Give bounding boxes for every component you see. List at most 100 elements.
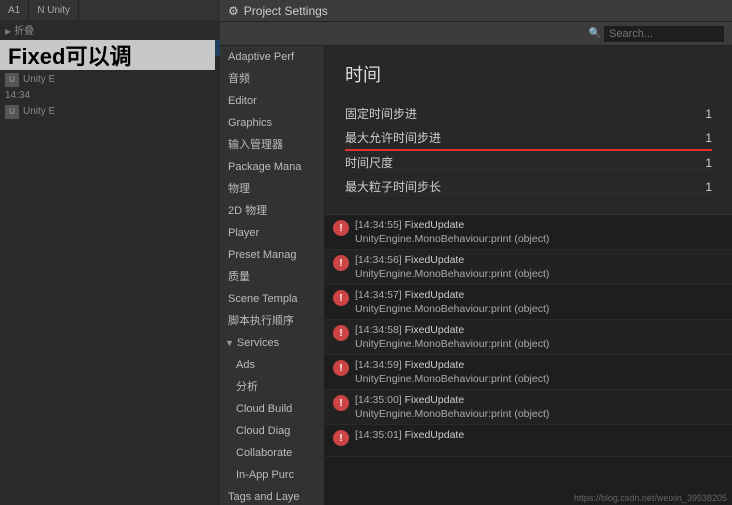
value-fixed-step: 1 [662, 107, 712, 121]
nav-item-quality[interactable]: 质量 [220, 266, 324, 288]
console-entry: ![14:34:58] FixedUpdateUnityEngine.MonoB… [325, 320, 732, 355]
console-entry: ![14:34:57] FixedUpdateUnityEngine.MonoB… [325, 285, 732, 320]
console-timestamp: [14:35:00] [355, 394, 405, 406]
value-time-scale: 1 [662, 156, 712, 170]
nav-section-services-header[interactable]: ▼Services [220, 332, 324, 354]
main-panel: 时间 固定时间步进 1 最大允许时间步进 1 时间尺度 1 [325, 46, 732, 505]
settings-row-fixed-step: 固定时间步进 1 [345, 102, 712, 126]
console-timestamp: [14:34:58] [355, 324, 405, 336]
editor-side-content: ▶ 折叠 U Unity E 14:34 U Unity E 14:34 U U… [0, 20, 220, 124]
sidebar-nav: Adaptive Perf音频EditorGraphics输入管理器Packag… [220, 46, 325, 505]
tab-a1-label: A1 [8, 5, 20, 16]
nav-item-ads[interactable]: Ads [220, 354, 324, 376]
settings-row-time-scale: 时间尺度 1 [345, 151, 712, 175]
nav-item-analytics[interactable]: 分析 [220, 376, 324, 398]
nav-item-preset-manager[interactable]: Preset Manag [220, 244, 324, 266]
console-text: [14:34:55] FixedUpdate UnityEngine.MonoBe… [355, 218, 549, 246]
console-method: FixedUpdate [405, 324, 465, 336]
watermark: https://blog.csdn.net/weixin_39938205 [574, 493, 727, 503]
annotation-text: Fixed可以调 [8, 39, 131, 71]
nav-item-graphics[interactable]: Graphics [220, 112, 324, 134]
nav-item-collaborate[interactable]: Collaborate [220, 442, 324, 464]
time-panel: 时间 固定时间步进 1 最大允许时间步进 1 时间尺度 1 [325, 46, 732, 214]
console-classname: UnityEngine.MonoBehaviour:print (object) [355, 338, 549, 350]
console-classname: UnityEngine.MonoBehaviour:print (object) [355, 233, 549, 245]
console-entry: ! [14:34:59] FixedUpdate UnityEngine.MonoB… [325, 355, 732, 390]
value-max-step: 1 [662, 131, 712, 145]
console-text: [14:34:58] FixedUpdate UnityEngine.MonoBe… [355, 323, 549, 351]
side-row-timestamp2: 14:34 [0, 88, 220, 104]
unity-icon-2: U [5, 73, 19, 87]
section-arrow-services-header: ▼ [225, 335, 234, 351]
nav-item-cloud-diag[interactable]: Cloud Diag [220, 420, 324, 442]
side-row-unity2: U Unity E [0, 72, 220, 88]
console-entry: ! [14:35:01] FixedUpdate [325, 425, 732, 457]
tab-n-unity-label: N Unity [37, 5, 70, 16]
side-timestamp2: 14:34 [5, 89, 30, 103]
nav-item-adaptive-perf[interactable]: Adaptive Perf [220, 46, 324, 68]
nav-item-scene-templates[interactable]: Scene Templa [220, 288, 324, 310]
nav-item-script-execution[interactable]: 脚本执行顺序 [220, 310, 324, 332]
console-timestamp: [14:35:01] [355, 429, 405, 441]
nav-item-physics-2d[interactable]: 2D 物理 [220, 200, 324, 222]
label-fixed-step: 固定时间步进 [345, 105, 662, 122]
console-warning-icon: ! [333, 430, 349, 446]
tab-n-unity[interactable]: N Unity [29, 0, 79, 20]
console-method: FixedUpdate [405, 219, 465, 231]
console-text: [14:34:56] FixedUpdate UnityEngine.MonoBe… [355, 253, 549, 281]
console-classname: UnityEngine.MonoBehaviour:print (object) [355, 303, 549, 315]
nav-item-cloud-build[interactable]: Cloud Build [220, 398, 324, 420]
title-label: Project Settings [244, 4, 328, 18]
console-warning-icon: ! [333, 220, 349, 236]
annotation-banner: Fixed可以调 [0, 40, 215, 70]
nav-item-package-manager[interactable]: Package Mana [220, 156, 324, 178]
nav-item-audio[interactable]: 音频 [220, 68, 324, 90]
console-text: [14:35:00] FixedUpdateUnityEngine.MonoBe… [355, 393, 549, 421]
console-classname: UnityEngine.MonoBehaviour:print (object) [355, 268, 549, 280]
side-row-fold: ▶ 折叠 [0, 24, 220, 40]
nav-item-in-app-purchase[interactable]: In-App Purc [220, 464, 324, 486]
console-text: [14:34:57] FixedUpdate UnityEngine.MonoBe… [355, 288, 549, 316]
console-method: FixedUpdate [405, 359, 465, 371]
nav-item-physics[interactable]: 物理 [220, 178, 324, 200]
console-method: FixedUpdate [405, 254, 465, 266]
nav-item-input-manager[interactable]: 输入管理器 [220, 134, 324, 156]
settings-table: 固定时间步进 1 最大允许时间步进 1 时间尺度 1 最大 [345, 102, 712, 199]
nav-item-editor[interactable]: Editor [220, 90, 324, 112]
nav-item-player[interactable]: Player [220, 222, 324, 244]
label-max-step: 最大允许时间步进 [345, 129, 662, 146]
console-warning-icon: ! [333, 360, 349, 376]
console-timestamp: [14:34:56] [355, 254, 405, 266]
console-timestamp: [14:34:55] [355, 219, 405, 231]
section-label-services-header: Services [237, 335, 279, 351]
nav-item-tags-and-layers[interactable]: Tags and Laye [220, 486, 324, 505]
console-classname: UnityEngine.MonoBehaviour:print (object) [355, 408, 549, 420]
side-label-unity2: Unity E [23, 73, 55, 87]
console-classname: UnityEngine.MonoBehaviour:print (object) [355, 373, 549, 385]
search-bar: 🔍 [220, 22, 732, 46]
console-text: [14:35:01] FixedUpdate [355, 428, 464, 442]
panel-title: 时间 [345, 61, 712, 87]
side-label-unity3: Unity E [23, 105, 55, 119]
settings-row-max-particle: 最大粒子时间步长 1 [345, 175, 712, 199]
label-max-particle: 最大粒子时间步长 [345, 178, 662, 195]
editor-top-tabs: A1 N Unity [0, 0, 220, 20]
console-method: FixedUpdate [405, 289, 465, 301]
content-area: Adaptive Perf音频EditorGraphics输入管理器Packag… [220, 46, 732, 505]
project-settings-panel: ⚙ Project Settings 🔍 Adaptive Perf音频Edit… [220, 0, 732, 505]
console-timestamp: [14:34:57] [355, 289, 405, 301]
value-max-particle: 1 [662, 180, 712, 194]
search-input[interactable] [604, 26, 724, 42]
settings-row-max-step: 最大允许时间步进 1 [345, 126, 712, 151]
console-area: ! [14:34:55] FixedUpdate UnityEngine.MonoB… [325, 214, 732, 505]
tab-a1[interactable]: A1 [0, 0, 29, 20]
console-method: FixedUpdate [405, 429, 465, 441]
console-warning-icon: ! [333, 255, 349, 271]
side-label-fold: 折叠 [14, 25, 34, 39]
console-timestamp: [14:34:59] [355, 359, 405, 371]
console-text: [14:34:59] FixedUpdate UnityEngine.MonoBe… [355, 358, 549, 386]
unity-icon-3: U [5, 105, 19, 119]
settings-gear-icon: ⚙ [228, 4, 239, 18]
side-row-unity3: U Unity E [0, 104, 220, 120]
search-icon: 🔍 [589, 28, 601, 39]
